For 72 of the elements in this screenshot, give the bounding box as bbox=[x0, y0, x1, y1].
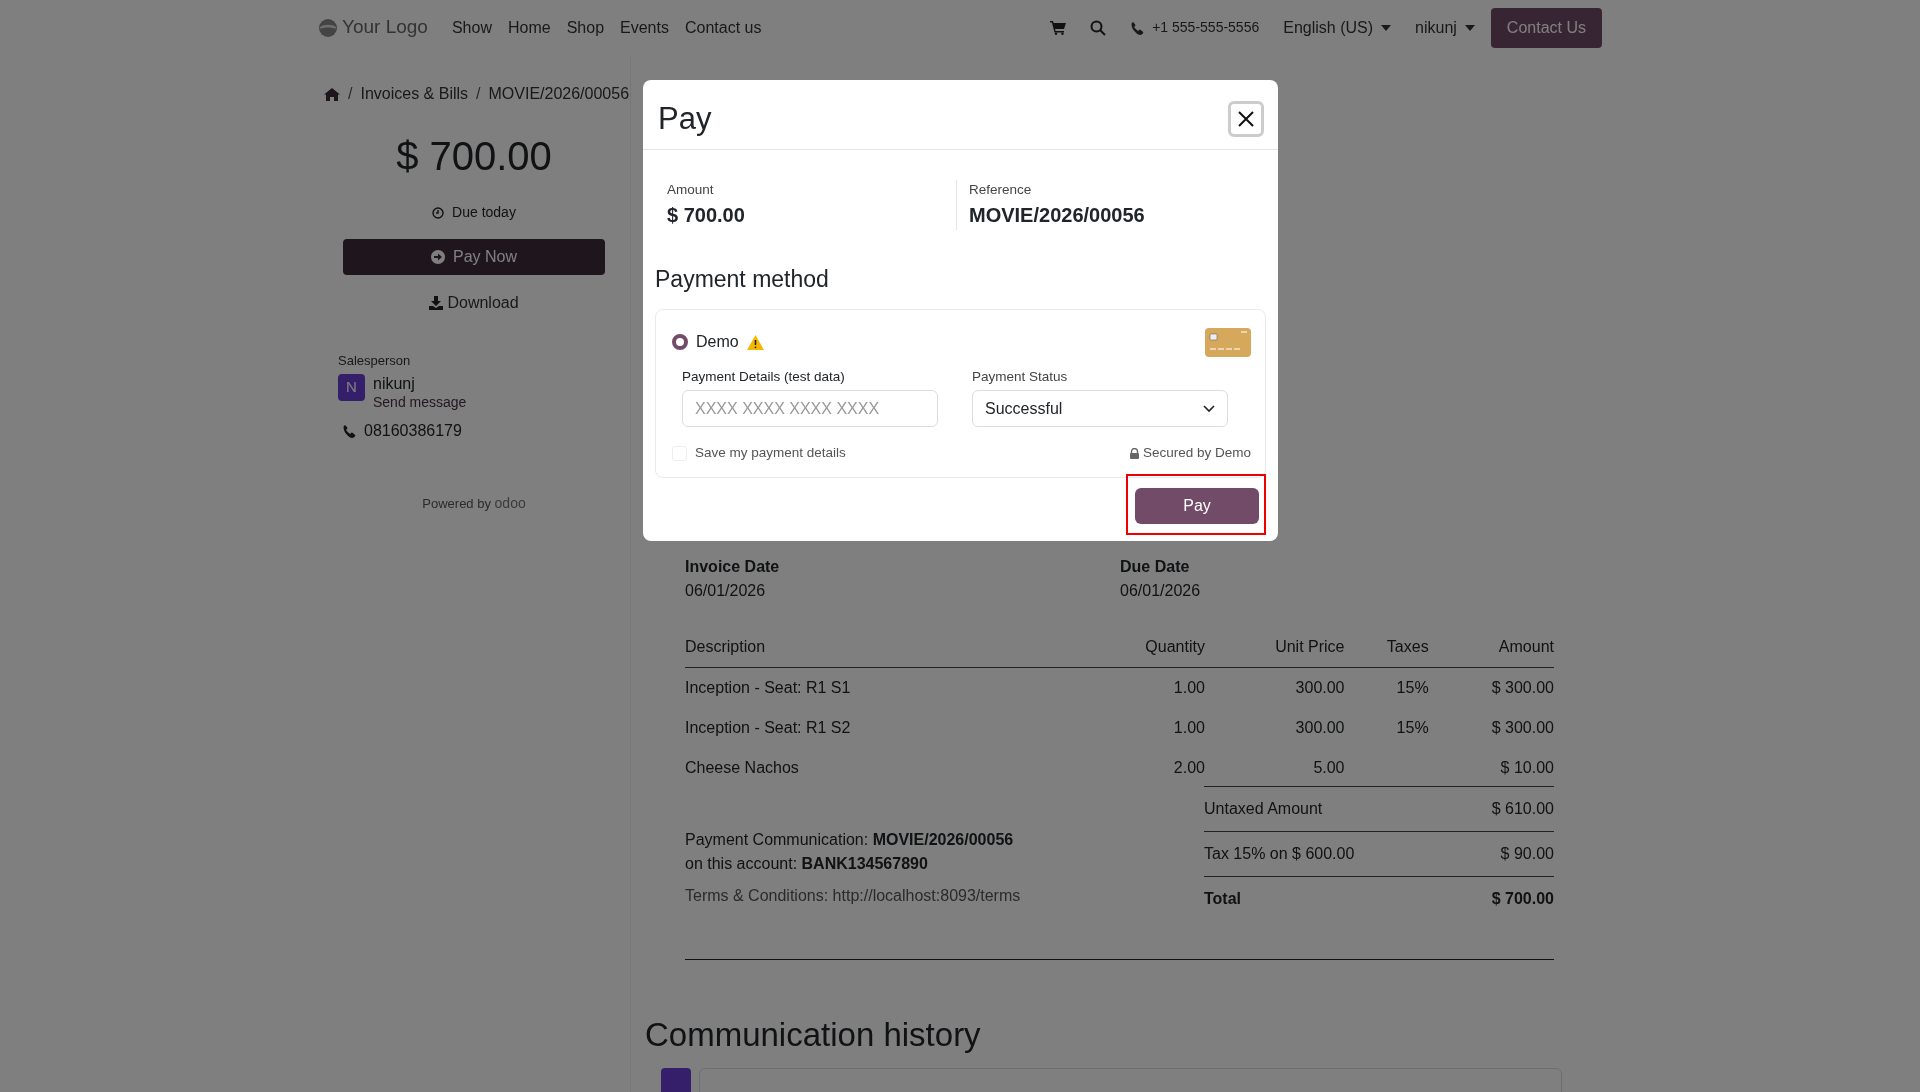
breadcrumb-separator: / bbox=[348, 84, 353, 104]
terms-text: Terms & Conditions: http://localhost:8093/terms bbox=[685, 886, 1021, 906]
table-cell: $ 300.00 bbox=[1491, 719, 1554, 736]
salesperson-phone: 08160386179 bbox=[364, 421, 462, 442]
nav-link[interactable]: Contact us bbox=[684, 15, 762, 40]
total-value: $ 700.00 bbox=[1491, 890, 1554, 907]
breadcrumb-link[interactable]: Invoices & Bills bbox=[360, 82, 469, 106]
powered-by-text: Powered by bbox=[422, 496, 491, 512]
user-dropdown[interactable]: nikunj bbox=[1415, 15, 1475, 40]
salesperson-label: Salesperson bbox=[338, 351, 412, 370]
brand-logo: odoo bbox=[494, 495, 526, 512]
table-cell: 300.00 bbox=[1295, 679, 1345, 696]
nav-link[interactable]: Show bbox=[451, 15, 492, 40]
card-number-field[interactable]: XXXX XXXX XXXX XXXX bbox=[682, 390, 938, 428]
download-link[interactable]: Download bbox=[429, 291, 519, 315]
date-value: 06/01/2026 bbox=[1120, 581, 1201, 601]
breadcrumb-current: MOVIE/2026/00056 bbox=[488, 84, 630, 104]
checkbox-label: Save my payment details bbox=[695, 444, 846, 463]
date-value: 06/01/2026 bbox=[685, 581, 767, 601]
account-text: on this account: BANK134567890 bbox=[685, 854, 929, 874]
amount-label: Amount bbox=[667, 181, 715, 200]
date-label: Invoice Date bbox=[685, 557, 781, 577]
payment-method-title: Payment method bbox=[655, 265, 830, 295]
total-value: $ 610.00 bbox=[1491, 800, 1554, 817]
breadcrumb-separator: / bbox=[476, 84, 481, 104]
contact-us-button[interactable]: Contact Us bbox=[1490, 7, 1602, 48]
total-value: $ 90.00 bbox=[1500, 845, 1554, 862]
payment-communication: Payment Communication: MOVIE/2026/00056 bbox=[685, 830, 1015, 850]
nav-link[interactable]: Events bbox=[620, 15, 669, 40]
table-cell: Cheese Nachos bbox=[685, 759, 799, 776]
column-header: Taxes bbox=[1344, 627, 1429, 668]
table-cell: $ 10.00 bbox=[1500, 759, 1554, 776]
phone-link[interactable]: +1 555-555-5556 bbox=[1152, 17, 1260, 38]
field-label: Payment Details (test data) bbox=[682, 367, 846, 386]
nav-link[interactable]: Home bbox=[507, 15, 551, 40]
amount-value: $ 700.00 bbox=[667, 203, 746, 229]
secured-text: Secured by Demo bbox=[1142, 444, 1251, 463]
column-header: Unit Price bbox=[1204, 627, 1345, 668]
status-select[interactable]: Successful bbox=[972, 390, 1228, 428]
table-cell: 300.00 bbox=[1295, 719, 1345, 736]
logo[interactable]: Your Logo bbox=[318, 13, 428, 42]
table-cell: 1.00 bbox=[1173, 719, 1205, 736]
salesperson-name: nikunj bbox=[373, 374, 416, 394]
date-label: Due Date bbox=[1120, 557, 1191, 577]
table-cell: Inception - Seat: R1 S2 bbox=[685, 719, 851, 736]
table-cell: 2.00 bbox=[1173, 759, 1205, 776]
pay-button[interactable]: Pay bbox=[1135, 488, 1259, 525]
column-header: Description bbox=[685, 627, 1085, 668]
method-name: Demo bbox=[696, 332, 739, 353]
table-cell: 15% bbox=[1396, 679, 1429, 696]
send-message-link[interactable]: Send message bbox=[373, 394, 467, 411]
table-cell: 5.00 bbox=[1313, 759, 1345, 776]
amount-due: $ 700.00 bbox=[396, 134, 552, 178]
column-header: Amount bbox=[1428, 627, 1554, 668]
table-cell: 15% bbox=[1396, 719, 1429, 736]
language-dropdown[interactable]: English (US) bbox=[1283, 15, 1392, 40]
reference-label: Reference bbox=[969, 181, 1033, 200]
dialog-title: Pay bbox=[658, 100, 712, 138]
avatar: N bbox=[338, 374, 365, 401]
total-label: Untaxed Amount bbox=[1204, 800, 1323, 817]
total-label: Total bbox=[1204, 890, 1242, 907]
nav-link[interactable]: Shop bbox=[566, 15, 605, 40]
due-text: Due today bbox=[452, 203, 516, 222]
field-label: Payment Status bbox=[972, 367, 1069, 386]
table-cell: 1.00 bbox=[1173, 679, 1205, 696]
total-label: Tax 15% on $ 600.00 bbox=[1204, 845, 1355, 862]
column-header: Quantity bbox=[1085, 627, 1205, 668]
section-title: Communication history bbox=[645, 1015, 982, 1055]
table-cell: Inception - Seat: R1 S1 bbox=[685, 679, 851, 696]
table-cell: $ 300.00 bbox=[1491, 679, 1554, 696]
pay-now-button[interactable]: Pay Now bbox=[343, 239, 605, 275]
reference-value: MOVIE/2026/00056 bbox=[969, 203, 1145, 229]
